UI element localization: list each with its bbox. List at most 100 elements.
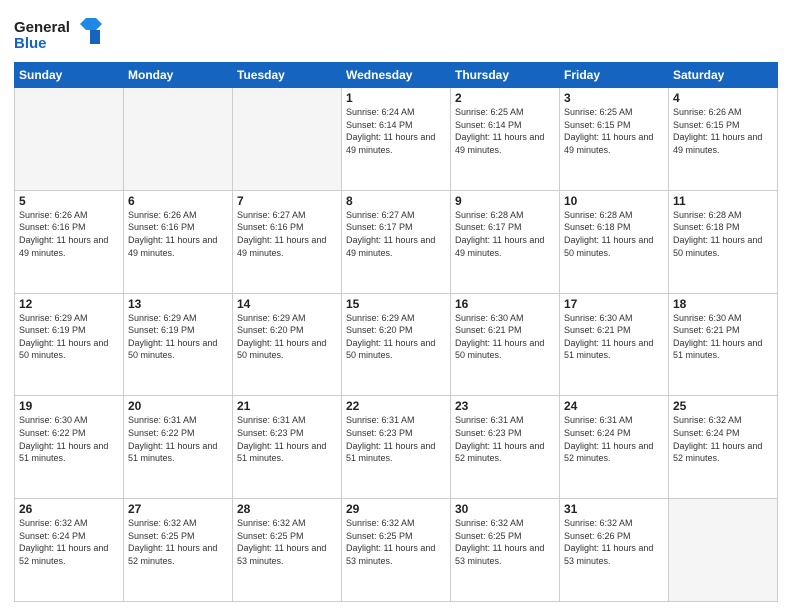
day-number: 24 <box>564 399 664 413</box>
day-number: 20 <box>128 399 228 413</box>
calendar-cell: 31Sunrise: 6:32 AM Sunset: 6:26 PM Dayli… <box>560 499 669 602</box>
day-number: 27 <box>128 502 228 516</box>
day-number: 23 <box>455 399 555 413</box>
day-info: Sunrise: 6:30 AM Sunset: 6:21 PM Dayligh… <box>564 312 664 362</box>
day-info: Sunrise: 6:25 AM Sunset: 6:15 PM Dayligh… <box>564 106 664 156</box>
day-info: Sunrise: 6:26 AM Sunset: 6:16 PM Dayligh… <box>128 209 228 259</box>
calendar-cell: 11Sunrise: 6:28 AM Sunset: 6:18 PM Dayli… <box>669 190 778 293</box>
calendar-week-row: 12Sunrise: 6:29 AM Sunset: 6:19 PM Dayli… <box>15 293 778 396</box>
day-number: 11 <box>673 194 773 208</box>
weekday-header: Friday <box>560 63 669 88</box>
day-info: Sunrise: 6:29 AM Sunset: 6:20 PM Dayligh… <box>346 312 446 362</box>
calendar-cell: 21Sunrise: 6:31 AM Sunset: 6:23 PM Dayli… <box>233 396 342 499</box>
weekday-header: Thursday <box>451 63 560 88</box>
day-info: Sunrise: 6:29 AM Sunset: 6:19 PM Dayligh… <box>128 312 228 362</box>
logo: General Blue <box>14 14 104 56</box>
day-number: 9 <box>455 194 555 208</box>
day-info: Sunrise: 6:31 AM Sunset: 6:23 PM Dayligh… <box>346 414 446 464</box>
day-info: Sunrise: 6:29 AM Sunset: 6:19 PM Dayligh… <box>19 312 119 362</box>
day-number: 28 <box>237 502 337 516</box>
calendar-week-row: 26Sunrise: 6:32 AM Sunset: 6:24 PM Dayli… <box>15 499 778 602</box>
day-number: 25 <box>673 399 773 413</box>
calendar-cell: 19Sunrise: 6:30 AM Sunset: 6:22 PM Dayli… <box>15 396 124 499</box>
calendar-cell: 4Sunrise: 6:26 AM Sunset: 6:15 PM Daylig… <box>669 88 778 191</box>
calendar-cell: 6Sunrise: 6:26 AM Sunset: 6:16 PM Daylig… <box>124 190 233 293</box>
day-number: 5 <box>19 194 119 208</box>
day-info: Sunrise: 6:32 AM Sunset: 6:24 PM Dayligh… <box>19 517 119 567</box>
calendar-week-row: 1Sunrise: 6:24 AM Sunset: 6:14 PM Daylig… <box>15 88 778 191</box>
day-number: 13 <box>128 297 228 311</box>
day-info: Sunrise: 6:32 AM Sunset: 6:25 PM Dayligh… <box>455 517 555 567</box>
calendar-cell: 24Sunrise: 6:31 AM Sunset: 6:24 PM Dayli… <box>560 396 669 499</box>
weekday-header: Wednesday <box>342 63 451 88</box>
svg-text:Blue: Blue <box>14 35 47 52</box>
calendar-week-row: 5Sunrise: 6:26 AM Sunset: 6:16 PM Daylig… <box>15 190 778 293</box>
calendar-cell <box>233 88 342 191</box>
calendar-cell: 8Sunrise: 6:27 AM Sunset: 6:17 PM Daylig… <box>342 190 451 293</box>
calendar-cell: 7Sunrise: 6:27 AM Sunset: 6:16 PM Daylig… <box>233 190 342 293</box>
day-info: Sunrise: 6:32 AM Sunset: 6:25 PM Dayligh… <box>346 517 446 567</box>
calendar-week-row: 19Sunrise: 6:30 AM Sunset: 6:22 PM Dayli… <box>15 396 778 499</box>
day-number: 29 <box>346 502 446 516</box>
day-info: Sunrise: 6:32 AM Sunset: 6:25 PM Dayligh… <box>128 517 228 567</box>
weekday-header: Sunday <box>15 63 124 88</box>
calendar-cell <box>124 88 233 191</box>
calendar-header-row: SundayMondayTuesdayWednesdayThursdayFrid… <box>15 63 778 88</box>
day-info: Sunrise: 6:32 AM Sunset: 6:26 PM Dayligh… <box>564 517 664 567</box>
calendar-cell: 15Sunrise: 6:29 AM Sunset: 6:20 PM Dayli… <box>342 293 451 396</box>
page: General Blue SundayMondayTuesdayWednesda… <box>0 0 792 612</box>
day-info: Sunrise: 6:31 AM Sunset: 6:23 PM Dayligh… <box>455 414 555 464</box>
calendar-cell: 28Sunrise: 6:32 AM Sunset: 6:25 PM Dayli… <box>233 499 342 602</box>
day-number: 8 <box>346 194 446 208</box>
day-info: Sunrise: 6:32 AM Sunset: 6:24 PM Dayligh… <box>673 414 773 464</box>
weekday-header: Tuesday <box>233 63 342 88</box>
day-number: 12 <box>19 297 119 311</box>
day-info: Sunrise: 6:27 AM Sunset: 6:17 PM Dayligh… <box>346 209 446 259</box>
day-number: 3 <box>564 91 664 105</box>
calendar-cell: 23Sunrise: 6:31 AM Sunset: 6:23 PM Dayli… <box>451 396 560 499</box>
day-number: 22 <box>346 399 446 413</box>
calendar-cell: 29Sunrise: 6:32 AM Sunset: 6:25 PM Dayli… <box>342 499 451 602</box>
day-number: 1 <box>346 91 446 105</box>
day-info: Sunrise: 6:25 AM Sunset: 6:14 PM Dayligh… <box>455 106 555 156</box>
day-info: Sunrise: 6:30 AM Sunset: 6:22 PM Dayligh… <box>19 414 119 464</box>
calendar-cell: 2Sunrise: 6:25 AM Sunset: 6:14 PM Daylig… <box>451 88 560 191</box>
header: General Blue <box>14 10 778 56</box>
day-number: 18 <box>673 297 773 311</box>
day-info: Sunrise: 6:30 AM Sunset: 6:21 PM Dayligh… <box>673 312 773 362</box>
day-info: Sunrise: 6:28 AM Sunset: 6:18 PM Dayligh… <box>673 209 773 259</box>
day-number: 10 <box>564 194 664 208</box>
day-number: 30 <box>455 502 555 516</box>
calendar-cell: 12Sunrise: 6:29 AM Sunset: 6:19 PM Dayli… <box>15 293 124 396</box>
day-number: 17 <box>564 297 664 311</box>
svg-text:General: General <box>14 19 70 36</box>
weekday-header: Saturday <box>669 63 778 88</box>
calendar-cell: 16Sunrise: 6:30 AM Sunset: 6:21 PM Dayli… <box>451 293 560 396</box>
day-number: 7 <box>237 194 337 208</box>
day-number: 16 <box>455 297 555 311</box>
day-info: Sunrise: 6:26 AM Sunset: 6:15 PM Dayligh… <box>673 106 773 156</box>
day-number: 31 <box>564 502 664 516</box>
calendar-cell: 22Sunrise: 6:31 AM Sunset: 6:23 PM Dayli… <box>342 396 451 499</box>
day-number: 6 <box>128 194 228 208</box>
calendar-cell: 26Sunrise: 6:32 AM Sunset: 6:24 PM Dayli… <box>15 499 124 602</box>
calendar-cell: 9Sunrise: 6:28 AM Sunset: 6:17 PM Daylig… <box>451 190 560 293</box>
calendar-cell: 3Sunrise: 6:25 AM Sunset: 6:15 PM Daylig… <box>560 88 669 191</box>
calendar-cell: 1Sunrise: 6:24 AM Sunset: 6:14 PM Daylig… <box>342 88 451 191</box>
day-info: Sunrise: 6:28 AM Sunset: 6:17 PM Dayligh… <box>455 209 555 259</box>
day-info: Sunrise: 6:26 AM Sunset: 6:16 PM Dayligh… <box>19 209 119 259</box>
day-number: 15 <box>346 297 446 311</box>
day-info: Sunrise: 6:29 AM Sunset: 6:20 PM Dayligh… <box>237 312 337 362</box>
calendar-cell: 10Sunrise: 6:28 AM Sunset: 6:18 PM Dayli… <box>560 190 669 293</box>
day-info: Sunrise: 6:28 AM Sunset: 6:18 PM Dayligh… <box>564 209 664 259</box>
day-info: Sunrise: 6:24 AM Sunset: 6:14 PM Dayligh… <box>346 106 446 156</box>
calendar-cell: 5Sunrise: 6:26 AM Sunset: 6:16 PM Daylig… <box>15 190 124 293</box>
day-number: 2 <box>455 91 555 105</box>
calendar-cell: 13Sunrise: 6:29 AM Sunset: 6:19 PM Dayli… <box>124 293 233 396</box>
calendar-cell: 25Sunrise: 6:32 AM Sunset: 6:24 PM Dayli… <box>669 396 778 499</box>
day-info: Sunrise: 6:31 AM Sunset: 6:22 PM Dayligh… <box>128 414 228 464</box>
calendar-cell <box>669 499 778 602</box>
calendar-cell: 17Sunrise: 6:30 AM Sunset: 6:21 PM Dayli… <box>560 293 669 396</box>
day-info: Sunrise: 6:30 AM Sunset: 6:21 PM Dayligh… <box>455 312 555 362</box>
calendar-cell: 27Sunrise: 6:32 AM Sunset: 6:25 PM Dayli… <box>124 499 233 602</box>
